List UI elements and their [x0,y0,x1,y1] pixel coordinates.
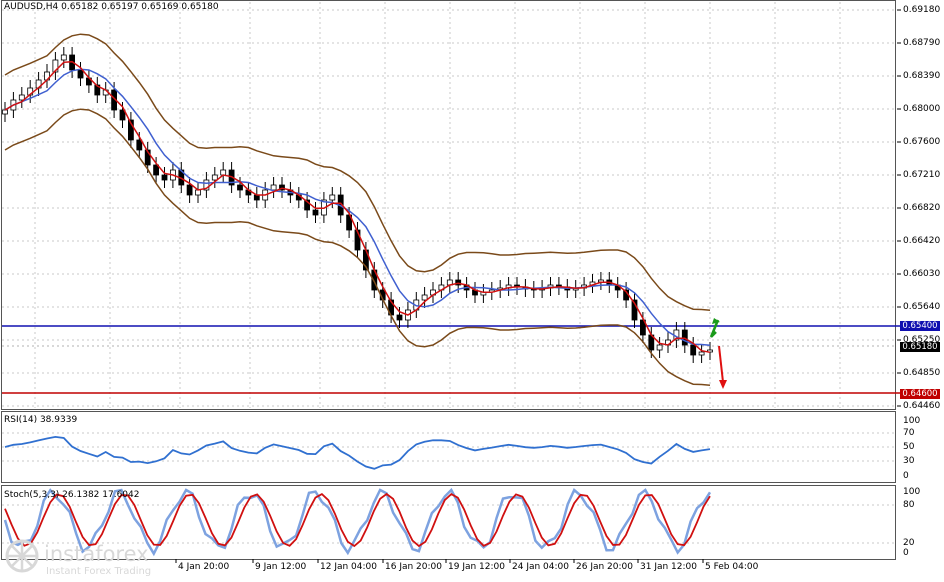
time-axis-label: 12 Jan 04:00 [320,562,377,572]
candle-body [270,184,277,191]
time-axis-label: 31 Jan 12:00 [640,562,697,572]
last-price-tag: 0.65180 [900,342,940,352]
time-axis-label: 19 Jan 12:00 [448,562,505,572]
watermark-brand: instaforex [44,542,149,566]
price-axis-label: 0.68790 [903,38,941,48]
price-axis-label: 0.67210 [903,170,941,180]
stoch-axis-label: 100 [903,487,921,497]
price-axis-label: 0.66030 [903,269,941,279]
price-axis-label: 0.69180 [903,5,941,15]
candle-body [186,184,193,196]
rsi-axis-label: 70 [903,428,915,438]
candle-body [237,184,243,191]
rsi-axis-label: 100 [903,416,921,426]
watermark-tagline: Instant Forex Trading [46,566,152,577]
time-axis-label: 24 Jan 04:00 [512,562,569,572]
rsi-axis-label: 50 [903,442,915,452]
down-arrow-head-icon [719,380,727,389]
price-axis-label: 0.68000 [903,104,941,114]
time-axis-label: 9 Jan 12:00 [255,562,307,572]
price-axis-label: 0.65640 [903,302,941,312]
blue-level-tag: 0.65400 [900,321,940,331]
candle-body [77,69,84,79]
stoch-axis-label: 20 [903,538,915,548]
slow-ma-line [4,68,711,347]
rsi-title: RSI(14) 38.9339 [4,415,78,425]
fast-ma-line [4,60,711,354]
time-axis-label: 16 Jan 20:00 [385,562,442,572]
candle-body [690,344,697,356]
price-axis-label: 0.66420 [903,236,941,246]
price-axis-label: 0.64850 [903,368,941,378]
time-axis-label: 26 Jan 20:00 [576,562,633,572]
candle-body [421,294,428,301]
time-axis-label: 5 Feb 04:00 [705,562,759,572]
stoch-title: Stoch(5,3,3) 26.1382 17.6042 [4,490,140,500]
candle-body [136,139,143,151]
candle-body [329,194,336,201]
price-axis-label: 0.66820 [903,203,941,213]
chart-drawing [2,2,901,563]
rsi-axis-label: 30 [903,456,915,466]
candle-body [2,109,8,115]
stoch-axis-label: 80 [903,500,915,510]
candle-body [396,314,403,321]
down-arrow-icon [718,345,724,383]
candle-body [656,344,663,351]
candle-body [60,54,67,61]
red-level-tag: 0.64600 [900,389,940,399]
time-axis-label: 4 Jan 20:00 [178,562,230,572]
candle-body [681,329,688,346]
chart-header: AUDUSD,H4 0.65182 0.65197 0.65169 0.6518… [4,2,219,12]
candle-body [161,174,168,181]
candle-body [698,351,705,356]
stoch-axis-label: 0 [903,548,909,558]
price-axis-label: 0.67600 [903,137,941,147]
rsi-line [4,435,711,470]
price-axis-label: 0.68390 [903,71,941,81]
price-axis-label: 0.64460 [903,401,941,411]
instaforex-logo-icon [4,538,40,577]
candle-body [312,209,319,216]
candle-body [211,174,218,181]
rsi-axis-label: 0 [903,471,909,481]
